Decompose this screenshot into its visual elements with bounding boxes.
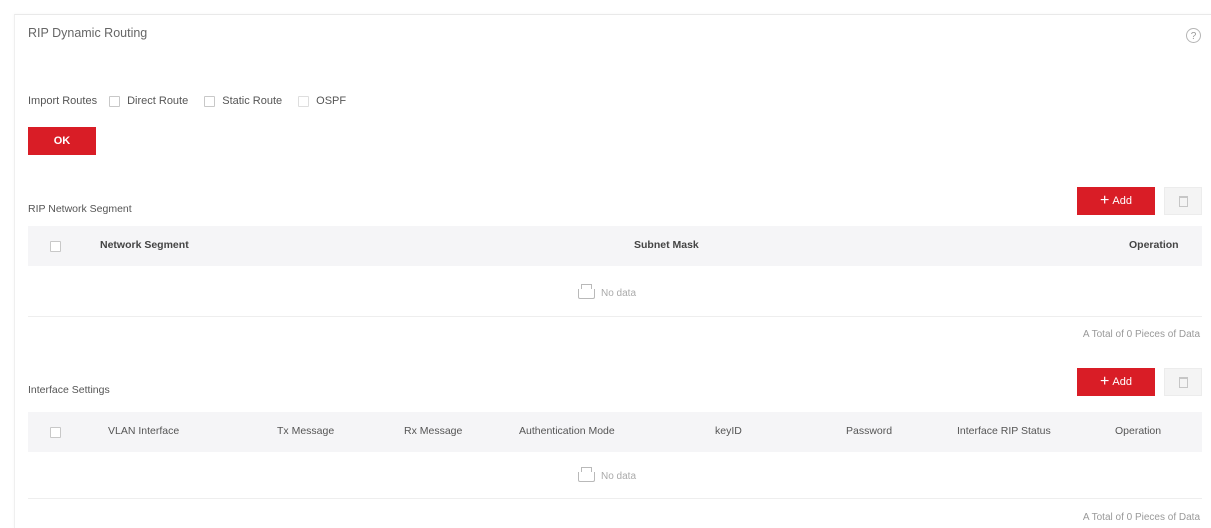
network-segment-empty-text: No data xyxy=(601,288,637,299)
column-rx-message: Rx Message xyxy=(404,425,463,437)
interface-divider xyxy=(28,498,1202,499)
ospf-label: OSPF xyxy=(316,95,347,107)
network-segment-table-header: Network Segment Subnet Mask Operation xyxy=(28,226,1202,266)
help-icon[interactable]: ? xyxy=(1186,28,1201,43)
static-route-checkbox[interactable] xyxy=(204,95,216,107)
network-segment-title: RIP Network Segment xyxy=(28,203,132,215)
interface-total: A Total of 0 Pieces of Data xyxy=(1082,512,1200,523)
static-route-label: Static Route xyxy=(222,95,283,107)
interface-empty: No data xyxy=(578,466,637,482)
ok-button[interactable]: OK xyxy=(28,127,96,155)
trash-icon xyxy=(1178,376,1188,388)
import-routes-label: Import Routes xyxy=(28,95,98,107)
interface-settings-title: Interface Settings xyxy=(28,384,110,396)
add-network-segment-button[interactable]: + Add xyxy=(1077,187,1155,215)
interface-empty-text: No data xyxy=(601,471,637,482)
column-interface-rip-status: Interface RIP Status xyxy=(957,425,1051,437)
network-segment-empty: No data xyxy=(578,283,637,299)
direct-route-option[interactable]: Direct Route xyxy=(109,95,188,107)
interface-table-header: VLAN Interface Tx Message Rx Message Aut… xyxy=(28,412,1202,452)
delete-network-segment-button[interactable] xyxy=(1164,187,1202,215)
direct-route-checkbox[interactable] xyxy=(109,95,121,107)
select-all-interface-checkbox[interactable] xyxy=(50,427,61,438)
column-subnet-mask: Subnet Mask xyxy=(634,239,699,251)
column-tx-message: Tx Message xyxy=(277,425,335,437)
plus-icon: + xyxy=(1100,373,1110,390)
page-title: RIP Dynamic Routing xyxy=(28,26,148,40)
column-vlan-interface: VLAN Interface xyxy=(108,425,180,437)
network-segment-divider xyxy=(28,316,1202,317)
network-segment-total: A Total of 0 Pieces of Data xyxy=(1082,329,1200,340)
import-routes-row: Import Routes Direct Route Static Route … xyxy=(28,92,362,110)
column-network-segment: Network Segment xyxy=(100,239,189,251)
inbox-tray-icon xyxy=(578,283,595,299)
direct-route-label: Direct Route xyxy=(127,95,189,107)
column-operation: Operation xyxy=(1129,239,1179,251)
ospf-checkbox[interactable] xyxy=(298,95,310,107)
column-operation: Operation xyxy=(1115,425,1162,437)
static-route-option[interactable]: Static Route xyxy=(204,95,282,107)
trash-icon xyxy=(1178,195,1188,207)
ospf-option[interactable]: OSPF xyxy=(298,95,346,107)
column-authentication-mode: Authentication Mode xyxy=(519,425,615,437)
inbox-tray-icon xyxy=(578,466,595,482)
select-all-network-checkbox[interactable] xyxy=(50,241,61,252)
add-network-segment-label: Add xyxy=(1112,195,1132,207)
add-interface-button[interactable]: + Add xyxy=(1077,368,1155,396)
column-key-id: keyID xyxy=(715,425,742,437)
plus-icon: + xyxy=(1100,192,1110,209)
add-interface-label: Add xyxy=(1112,376,1132,388)
column-password: Password xyxy=(846,425,893,437)
delete-interface-button[interactable] xyxy=(1164,368,1202,396)
